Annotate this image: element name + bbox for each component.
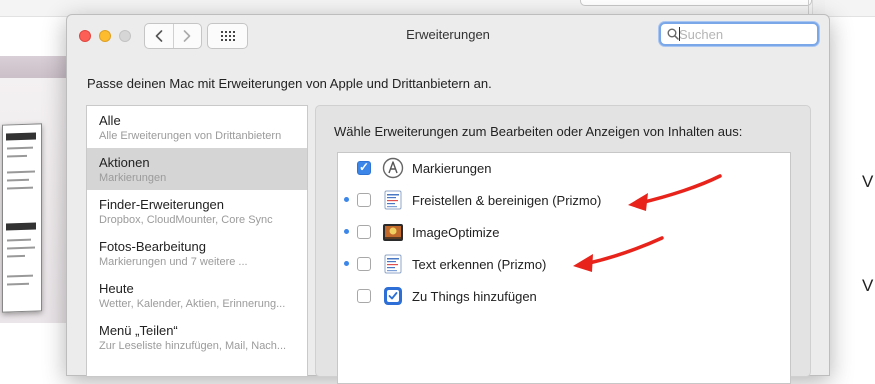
intro-text: Passe deinen Mac mit Erweiterungen von A…: [87, 76, 492, 91]
category-title: Alle: [99, 113, 121, 128]
text-cursor: [679, 27, 680, 41]
background-text: V: [862, 276, 874, 295]
category-title: Menü „Teilen“: [99, 323, 178, 338]
category-today[interactable]: Heute Wetter, Kalender, Aktien, Erinneru…: [87, 274, 307, 316]
prizmo-icon: [384, 190, 402, 210]
category-title: Finder-Erweiterungen: [99, 197, 225, 212]
category-subtitle: Markierungen: [99, 172, 167, 184]
search-icon: [667, 28, 679, 40]
category-all[interactable]: Alle Alle Erweiterungen von Drittanbiete…: [87, 106, 307, 148]
extension-row-imageoptimize: ImageOptimize: [338, 217, 790, 249]
imageoptimize-icon: [383, 224, 403, 241]
extension-checkbox[interactable]: [357, 225, 371, 239]
extension-checkbox[interactable]: [357, 289, 371, 303]
background-text: V: [862, 172, 874, 191]
extension-row-prizmo-cleanup: Freistellen & bereinigen (Prizmo): [338, 185, 790, 217]
background-document-thumbnail: [2, 123, 42, 313]
category-subtitle: Alle Erweiterungen von Drittanbietern: [99, 130, 282, 142]
extension-checkbox[interactable]: [357, 257, 371, 271]
category-photos-editing[interactable]: Fotos-Bearbeitung Markierungen und 7 wei…: [87, 232, 307, 274]
panel-heading: Wähle Erweiterungen zum Bearbeiten oder …: [334, 124, 743, 139]
extension-label: Freistellen & bereinigen (Prizmo): [412, 193, 602, 208]
title-bar: Erweiterungen: [67, 15, 829, 55]
category-subtitle: Markierungen und 7 weitere ...: [99, 256, 248, 268]
category-title: Aktionen: [99, 155, 150, 170]
extension-label: Zu Things hinzufügen: [412, 289, 537, 304]
prizmo-icon: [384, 254, 402, 274]
new-indicator-dot: [344, 229, 349, 234]
category-title: Heute: [99, 281, 134, 296]
extensions-window: Erweiterungen Passe deinen Mac mit Erwei…: [66, 14, 830, 384]
search-input[interactable]: [679, 26, 809, 42]
extensions-panel: Wähle Erweiterungen zum Bearbeiten oder …: [315, 105, 811, 384]
extension-row-markup: Markierungen: [338, 153, 790, 185]
category-actions[interactable]: Aktionen Markierungen: [87, 148, 307, 190]
markup-icon: [382, 157, 404, 179]
extension-label: ImageOptimize: [412, 225, 500, 240]
extension-row-things: Zu Things hinzufügen: [338, 281, 790, 313]
category-subtitle: Dropbox, CloudMounter, Core Sync: [99, 214, 273, 226]
extension-label: Markierungen: [412, 161, 492, 176]
extension-label: Text erkennen (Prizmo): [412, 257, 547, 272]
things-icon: [384, 287, 402, 305]
category-subtitle: Zur Leseliste hinzufügen, Mail, Nach...: [99, 340, 287, 352]
category-share-menu[interactable]: Menü „Teilen“ Zur Leseliste hinzufügen, …: [87, 316, 307, 358]
new-indicator-dot: [344, 261, 349, 266]
background-image-strip: [0, 56, 70, 78]
new-indicator-dot: [344, 197, 349, 202]
extension-checkbox[interactable]: [357, 160, 371, 175]
extension-checkbox[interactable]: [357, 193, 371, 207]
category-subtitle: Wetter, Kalender, Aktien, Erinnerung...: [99, 298, 286, 310]
search-field[interactable]: [659, 22, 819, 46]
category-finder-extensions[interactable]: Finder-Erweiterungen Dropbox, CloudMount…: [87, 190, 307, 232]
extension-row-prizmo-text: Text erkennen (Prizmo): [338, 249, 790, 281]
extension-list: Markierungen Freistellen & bereinigen (P…: [337, 152, 791, 384]
category-title: Fotos-Bearbeitung: [99, 239, 206, 254]
category-list: Alle Alle Erweiterungen von Drittanbiete…: [86, 105, 308, 377]
background-field: [580, 0, 812, 6]
